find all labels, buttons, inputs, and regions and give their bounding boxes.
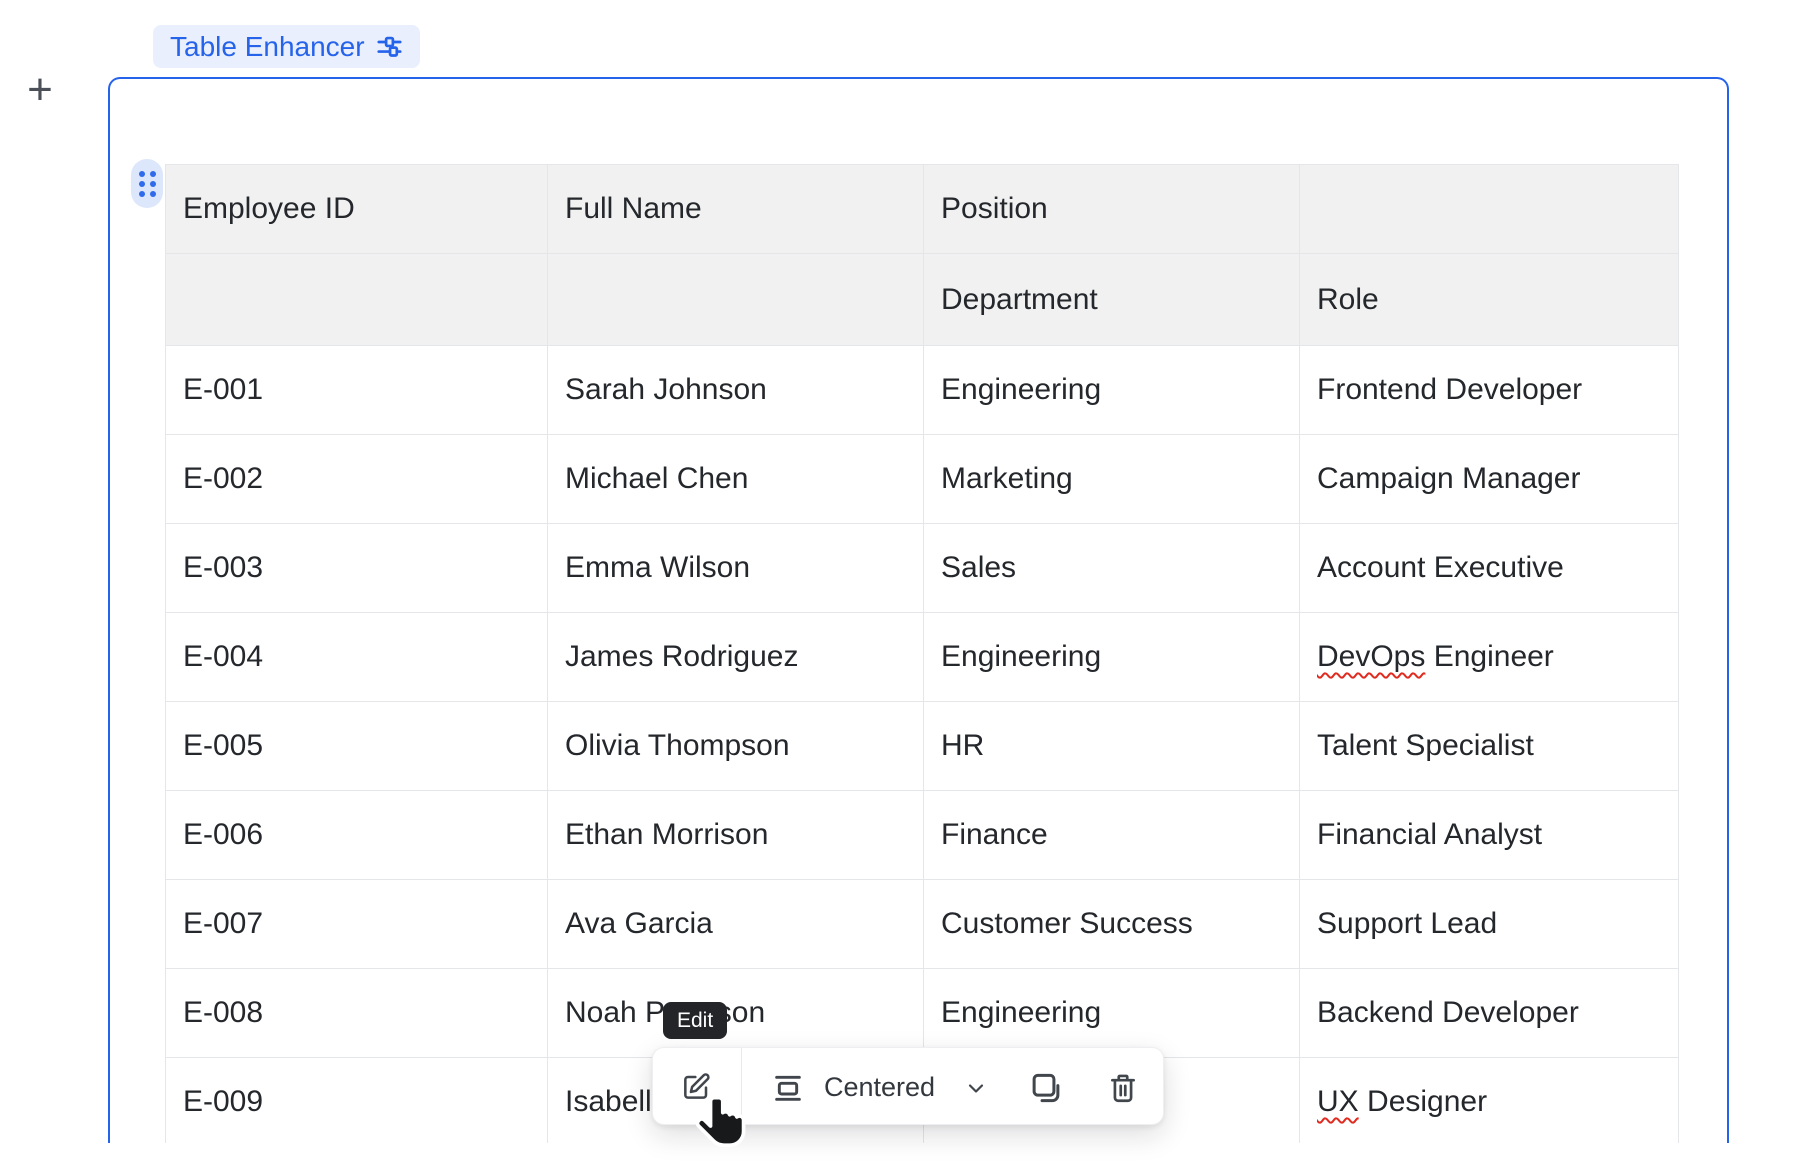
column-header-cell[interactable] xyxy=(1300,165,1679,254)
cell-employee-id[interactable]: E-006 xyxy=(166,791,548,880)
cell-full-name[interactable]: Emma Wilson xyxy=(548,524,924,613)
table-enhancer-badge[interactable]: Table Enhancer xyxy=(153,25,420,68)
drag-handle[interactable] xyxy=(131,159,163,208)
cell-full-name[interactable]: Olivia Thompson xyxy=(548,702,924,791)
alignment-dropdown[interactable]: Centered xyxy=(824,1048,935,1126)
duplicate-icon xyxy=(1027,1069,1065,1107)
table-row: E-002Michael ChenMarketingCampaign Manag… xyxy=(166,435,1679,524)
edit-tooltip: Edit xyxy=(663,1002,727,1039)
cell-role[interactable]: Account Executive xyxy=(1300,524,1679,613)
cell-full-name[interactable]: Noah Peterson xyxy=(548,969,924,1058)
cell-full-name[interactable]: Sarah Johnson xyxy=(548,346,924,435)
table-row: E-003Emma WilsonSalesAccount Executive xyxy=(166,524,1679,613)
cell-role[interactable]: UX Designer xyxy=(1300,1058,1679,1144)
cell-full-name[interactable]: Ethan Morrison xyxy=(548,791,924,880)
chevron-down-icon[interactable] xyxy=(964,1076,988,1100)
cell-employee-id[interactable]: E-001 xyxy=(166,346,548,435)
cell-full-name[interactable]: Ava Garcia xyxy=(548,880,924,969)
column-header-cell[interactable]: Position xyxy=(924,165,1300,254)
cell-department[interactable]: Engineering xyxy=(924,346,1300,435)
cell-department[interactable]: Sales xyxy=(924,524,1300,613)
duplicate-button[interactable] xyxy=(1027,1069,1065,1107)
table-block-container: Employee IDFull NamePositionDepartmentRo… xyxy=(108,77,1729,1143)
misspelled-word: UX xyxy=(1317,1085,1359,1118)
table-row: E-001Sarah JohnsonEngineeringFrontend De… xyxy=(166,346,1679,435)
cell-role[interactable]: Frontend Developer xyxy=(1300,346,1679,435)
employee-table: Employee IDFull NamePositionDepartmentRo… xyxy=(165,164,1679,1143)
table-row: E-007Ava GarciaCustomer SuccessSupport L… xyxy=(166,880,1679,969)
column-header-cell[interactable]: Role xyxy=(1300,254,1679,346)
cell-department[interactable]: Engineering xyxy=(924,613,1300,702)
cell-employee-id[interactable]: E-002 xyxy=(166,435,548,524)
cell-role[interactable]: Talent Specialist xyxy=(1300,702,1679,791)
cell-role[interactable]: Backend Developer xyxy=(1300,969,1679,1058)
edit-button[interactable] xyxy=(664,1055,728,1119)
align-center-icon xyxy=(772,1072,804,1104)
edit-icon xyxy=(680,1071,712,1103)
column-header-cell[interactable] xyxy=(166,254,548,346)
cell-employee-id[interactable]: E-009 xyxy=(166,1058,548,1144)
editor-canvas: Table Enhancer + Employee IDFull NamePos… xyxy=(0,0,1810,1174)
column-header-cell[interactable]: Full Name xyxy=(548,165,924,254)
table-row: E-008Noah PetersonEngineeringBackend Dev… xyxy=(166,969,1679,1058)
table-row: E-006Ethan MorrisonFinanceFinancial Anal… xyxy=(166,791,1679,880)
table-enhancer-label: Table Enhancer xyxy=(170,31,365,63)
column-header-cell[interactable] xyxy=(548,254,924,346)
drag-dots-icon xyxy=(139,171,156,197)
cell-employee-id[interactable]: E-008 xyxy=(166,969,548,1058)
cell-department[interactable]: Engineering xyxy=(924,969,1300,1058)
cell-department[interactable]: Customer Success xyxy=(924,880,1300,969)
table-row: E-004James RodriguezEngineeringDevOps En… xyxy=(166,613,1679,702)
header-row: DepartmentRole xyxy=(166,254,1679,346)
cell-role[interactable]: Financial Analyst xyxy=(1300,791,1679,880)
cell-role[interactable]: DevOps Engineer xyxy=(1300,613,1679,702)
table-row: E-005Olivia ThompsonHRTalent Specialist xyxy=(166,702,1679,791)
cell-department[interactable]: Finance xyxy=(924,791,1300,880)
add-block-button[interactable]: + xyxy=(20,70,60,110)
trash-icon xyxy=(1106,1071,1140,1105)
toolbar-divider xyxy=(741,1048,742,1124)
cell-employee-id[interactable]: E-003 xyxy=(166,524,548,613)
cell-toolbar: Centered xyxy=(652,1047,1164,1125)
cell-full-name[interactable]: James Rodriguez xyxy=(548,613,924,702)
cell-department[interactable]: HR xyxy=(924,702,1300,791)
misspelled-word: DevOps xyxy=(1317,640,1425,673)
cell-employee-id[interactable]: E-007 xyxy=(166,880,548,969)
cell-department[interactable]: Marketing xyxy=(924,435,1300,524)
delete-button[interactable] xyxy=(1105,1070,1141,1106)
sliders-icon xyxy=(376,33,403,60)
column-header-cell[interactable]: Employee ID xyxy=(166,165,548,254)
cell-full-name[interactable]: Michael Chen xyxy=(548,435,924,524)
cell-employee-id[interactable]: E-005 xyxy=(166,702,548,791)
header-row: Employee IDFull NamePosition xyxy=(166,165,1679,254)
column-header-cell[interactable]: Department xyxy=(924,254,1300,346)
cell-role[interactable]: Support Lead xyxy=(1300,880,1679,969)
cell-employee-id[interactable]: E-004 xyxy=(166,613,548,702)
cell-role[interactable]: Campaign Manager xyxy=(1300,435,1679,524)
